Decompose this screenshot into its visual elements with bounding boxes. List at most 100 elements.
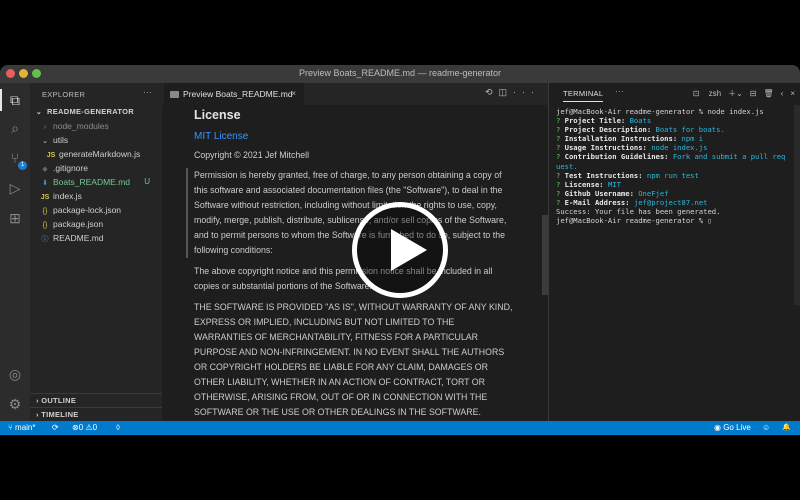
prompt-key: Contribution Guidelines: [564, 152, 673, 162]
tree-item-package-lock[interactable]: {} package-lock.json [30, 203, 162, 217]
tree-item-gitignore[interactable]: ◆ .gitignore [30, 161, 162, 175]
problems-indicator[interactable]: ⊗0 ⚠0 [72, 421, 97, 435]
tree-item-label: package.json [53, 219, 104, 229]
account-icon[interactable]: ◎ [6, 365, 24, 383]
license-heading: License [194, 108, 241, 122]
split-editor-icon[interactable]: ◫ [498, 87, 513, 97]
extensions-icon[interactable]: ⊞ [6, 209, 24, 227]
explorer-sidebar: EXPLORER ··· ⌄ README-GENERATOR › node_mod… [30, 83, 162, 421]
branch-indicator[interactable]: ⑂ main* [8, 421, 35, 435]
terminal-line: ? Contribution Guidelines: Fork and subm… [556, 152, 796, 170]
warning-icon: ⚠ [85, 423, 93, 432]
terminal-line: ? Liscense: MIT [556, 180, 796, 189]
error-count: 0 [78, 423, 84, 432]
explorer-title: EXPLORER [42, 90, 86, 99]
window-title: Preview Boats_README.md — readme-generat… [298, 68, 502, 78]
trash-icon[interactable]: 🗑 [764, 89, 774, 98]
tree-item-package-json[interactable]: {} package.json [30, 217, 162, 231]
tree-item-label: Boats_README.md [53, 177, 130, 187]
prompt-key: Installation Instructions: [564, 134, 682, 144]
go-live-button[interactable]: ◉ Go Live [714, 421, 751, 435]
question-mark: ? [556, 152, 565, 162]
sync-icon[interactable]: ⟳ [52, 421, 59, 435]
question-mark: ? [556, 116, 565, 126]
terminal-line: ? Installation Instructions: npm i [556, 134, 796, 143]
prompt-key: E-Mail Address: [564, 197, 634, 207]
go-live-label: Go Live [723, 423, 751, 432]
terminal-line: ? E-Mail Address: jef@project87.net [556, 198, 796, 207]
question-mark: ? [556, 134, 565, 144]
broadcast-icon: ◉ [714, 423, 724, 432]
info-icon: ⓘ [41, 236, 49, 243]
tree-item-generatemarkdown[interactable]: JS generateMarkdown.js [30, 147, 162, 161]
tree-item-label: .gitignore [53, 163, 88, 173]
terminal-line: ? Project Description: Boats for boats. [556, 125, 796, 134]
prompt-value: jef@project87.net [633, 197, 708, 207]
terminal-line: ? Project Title: Boats [556, 116, 796, 125]
prompt-value: npm run test [646, 170, 699, 180]
outline-section[interactable]: › OUTLINE [30, 393, 162, 407]
mit-license-link[interactable]: MIT License [194, 129, 514, 144]
live-share-icon[interactable]: ◊ [116, 421, 120, 435]
explorer-more-button[interactable]: ··· [143, 87, 152, 97]
files-icon[interactable]: ⧉ [0, 89, 24, 111]
tree-item-utils[interactable]: ⌄ utils [30, 133, 162, 147]
prompt-value: OneFjef [638, 188, 669, 198]
terminal-shell-icon[interactable]: ⊡ zsh [693, 89, 721, 98]
terminal-scroll-thumb[interactable] [794, 105, 800, 305]
tree-root-folder[interactable]: ⌄ README-GENERATOR [30, 105, 162, 119]
prompt-key: Liscense: [564, 179, 608, 189]
video-play-button[interactable] [352, 202, 448, 298]
notice-paragraph: The above copyright notice and this perm… [194, 266, 493, 291]
terminal-panel: TERMINAL ··· ⊡ zsh ＋⌄ ⊟ 🗑 ‹ × jef@MacBook-Air… [548, 83, 800, 421]
branch-name: main* [15, 423, 36, 432]
run-debug-icon[interactable]: ▷ [6, 179, 24, 197]
split-terminal-icon[interactable]: ⊟ [750, 89, 757, 98]
terminal-line: jef@MacBook-Air readme-generator % node … [556, 107, 764, 116]
open-source-icon[interactable]: ⟲ [485, 87, 499, 97]
editor-actions: ⟲◫··· [485, 87, 540, 98]
timeline-section[interactable]: › TIMELINE [30, 407, 162, 421]
shell-name: zsh [708, 89, 722, 98]
question-mark: ? [556, 179, 565, 189]
tab-label: Preview Boats_README.md [183, 89, 293, 99]
tree-item-label: generateMarkdown.js [59, 149, 141, 159]
tab-terminal[interactable]: TERMINAL [563, 89, 604, 102]
terminal-scrollbar[interactable] [794, 105, 800, 421]
prompt-key: Usage Instructions: [564, 143, 652, 153]
activity-bar: ⧉ ⌕ ⑂ 1 ▷ ⊞ ◎ ⚙ [0, 83, 30, 421]
untracked-badge: U [144, 177, 150, 186]
timeline-label: TIMELINE [41, 410, 79, 419]
terminal-line: ? Github Username: OneFjef [556, 189, 796, 198]
gear-icon[interactable]: ⚙ [6, 395, 24, 413]
question-mark: ? [556, 143, 565, 153]
prompt-value: Boats [629, 116, 652, 126]
question-mark: ? [556, 188, 565, 198]
prompt-key: Test Instructions: [564, 170, 647, 180]
search-icon[interactable]: ⌕ [6, 119, 24, 137]
terminal-output[interactable]: jef@MacBook-Air readme-generator % node … [556, 107, 796, 225]
terminal-line: Success: Your file has been generated. [556, 207, 721, 217]
close-tab-icon[interactable]: × [291, 83, 296, 105]
tab-preview-boats-readme[interactable]: Preview Boats_README.md × [164, 83, 304, 105]
new-terminal-icon[interactable]: ＋⌄ [728, 89, 743, 98]
tree-item-boats-readme[interactable]: ⬇ Boats_README.md U [30, 175, 162, 189]
close-panel-icon[interactable]: × [790, 89, 795, 98]
source-control-badge: 1 [18, 161, 27, 170]
prompt-key: Github Username: [564, 188, 639, 198]
bell-icon[interactable]: 🔔 [782, 421, 791, 435]
panel-header: TERMINAL ··· ⊡ zsh ＋⌄ ⊟ 🗑 ‹ × [549, 83, 800, 105]
tree-item-readme[interactable]: ⓘ README.md [30, 231, 162, 245]
git-branch-icon: ⑂ [8, 423, 16, 432]
tree-item-node-modules[interactable]: › node_modules [30, 119, 162, 133]
more-actions-icon[interactable]: ··· [513, 87, 540, 97]
permission-blockquote: Permission is hereby granted, free of ch… [186, 168, 514, 258]
feedback-icon[interactable]: ☺ [762, 421, 770, 435]
error-icon: ⊗ [72, 423, 79, 432]
play-icon [391, 229, 427, 271]
source-control-icon[interactable]: ⑂ 1 [6, 149, 27, 170]
outline-label: OUTLINE [41, 396, 77, 405]
tree-item-index-js[interactable]: JS index.js [30, 189, 162, 203]
panel-more-icon[interactable]: ··· [615, 86, 624, 96]
chevron-left-icon[interactable]: ‹ [781, 89, 784, 98]
